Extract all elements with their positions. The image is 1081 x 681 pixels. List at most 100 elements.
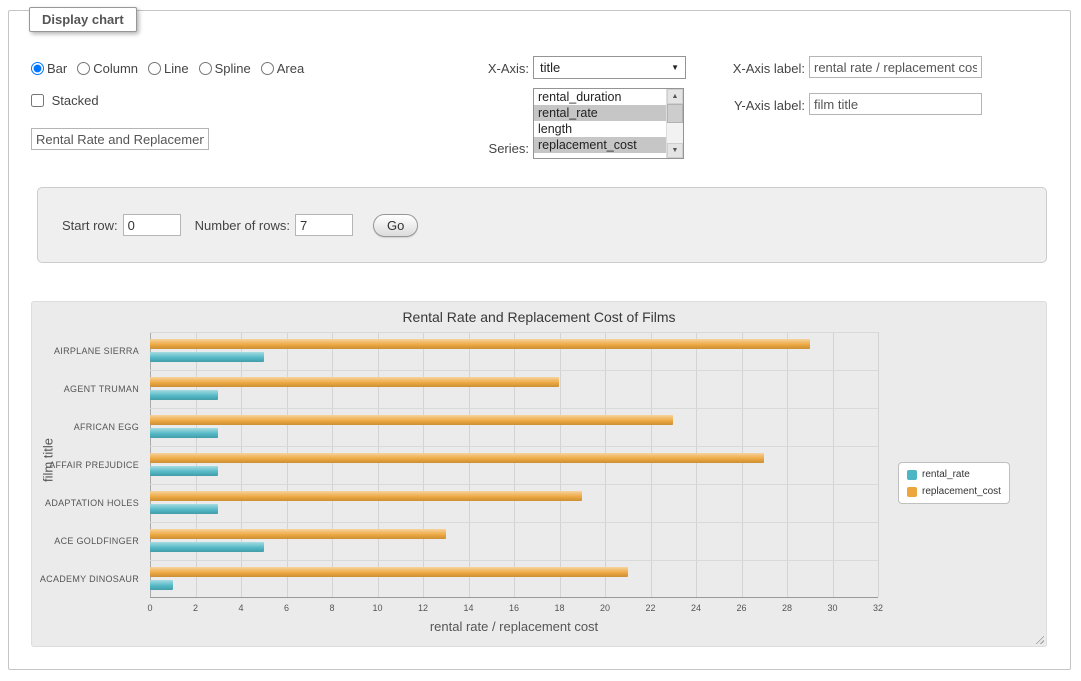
y-axis-label-field-label: Y-Axis label: <box>699 98 805 113</box>
chart-type-radio-label: Area <box>277 61 304 76</box>
bar-replacement_cost <box>150 529 446 539</box>
series-select-label: Series: <box>429 141 529 156</box>
y-axis-label-input[interactable] <box>809 93 982 115</box>
legend-item-replacement_cost[interactable]: replacement_cost <box>907 486 1001 497</box>
scrollbar-thumb[interactable] <box>667 104 683 123</box>
x-tick-label: 2 <box>193 603 198 613</box>
chart-type-bar[interactable]: Bar <box>31 61 67 76</box>
rows-panel: Start row: Number of rows: Go <box>37 187 1047 263</box>
x-axis-select[interactable]: title ▼ <box>533 56 686 79</box>
gridline-vertical <box>605 332 606 597</box>
chart-type-line[interactable]: Line <box>148 61 189 76</box>
resize-handle-icon[interactable] <box>1033 633 1044 644</box>
series-scrollbar[interactable]: ▲ ▼ <box>666 89 683 158</box>
scroll-up-icon[interactable]: ▲ <box>667 89 683 104</box>
x-tick-label: 32 <box>873 603 883 613</box>
category-label: ACE GOLDFINGER <box>36 522 145 560</box>
bar-replacement_cost <box>150 377 559 387</box>
legend-swatch-icon <box>907 470 917 480</box>
x-tick-label: 0 <box>147 603 152 613</box>
chart-type-radio-label: Spline <box>215 61 251 76</box>
bar-rental_rate <box>150 504 218 514</box>
gridline-vertical <box>469 332 470 597</box>
chart-type-area[interactable]: Area <box>261 61 304 76</box>
chart-type-radio-column[interactable] <box>77 62 90 75</box>
gridline-vertical <box>651 332 652 597</box>
chart-title-input[interactable] <box>31 128 209 150</box>
series-option-replacement_cost[interactable]: replacement_cost <box>534 137 666 153</box>
bar-rental_rate <box>150 580 173 590</box>
chart-type-radio-line[interactable] <box>148 62 161 75</box>
gridline-horizontal <box>150 446 878 447</box>
scroll-down-icon[interactable]: ▼ <box>667 143 683 158</box>
plot-area <box>150 332 878 598</box>
x-axis-title: rental rate / replacement cost <box>150 619 878 634</box>
y-axis-title: film title <box>41 438 56 482</box>
x-tick-label: 4 <box>238 603 243 613</box>
go-button[interactable]: Go <box>373 214 418 237</box>
chart-type-radio-area[interactable] <box>261 62 274 75</box>
start-row-input[interactable] <box>123 214 181 236</box>
gridline-vertical <box>514 332 515 597</box>
gridline-vertical <box>878 332 879 597</box>
chart-title: Rental Rate and Replacement Cost of Film… <box>32 309 1046 325</box>
stacked-option[interactable]: Stacked <box>31 93 99 108</box>
gridline-vertical <box>560 332 561 597</box>
series-options: rental_durationrental_ratelengthreplacem… <box>534 89 666 158</box>
x-tick-label: 12 <box>418 603 428 613</box>
bar-rental_rate <box>150 390 218 400</box>
x-tick-label: 30 <box>827 603 837 613</box>
scrollbar-track[interactable] <box>667 123 683 143</box>
num-rows-input[interactable] <box>295 214 353 236</box>
gridline-horizontal <box>150 560 878 561</box>
chart-type-radio-label: Bar <box>47 61 67 76</box>
x-axis-selected-value: title <box>540 60 560 75</box>
chart-type-spline[interactable]: Spline <box>199 61 251 76</box>
legend-label: rental_rate <box>922 469 970 480</box>
gridline-vertical <box>378 332 379 597</box>
gridline-horizontal <box>150 408 878 409</box>
chart-type-column[interactable]: Column <box>77 61 138 76</box>
x-tick-label: 18 <box>554 603 564 613</box>
gridline-vertical <box>833 332 834 597</box>
category-label: AIRPLANE SIERRA <box>36 332 145 370</box>
series-option-rental_rate[interactable]: rental_rate <box>534 105 666 121</box>
x-tick-label: 6 <box>284 603 289 613</box>
stacked-checkbox[interactable] <box>31 94 44 107</box>
x-tick-label: 24 <box>691 603 701 613</box>
x-tick-label: 28 <box>782 603 792 613</box>
gridline-horizontal <box>150 370 878 371</box>
x-tick-label: 26 <box>736 603 746 613</box>
legend-label: replacement_cost <box>922 486 1001 497</box>
bar-replacement_cost <box>150 415 673 425</box>
chart-legend: rental_rate replacement_cost <box>898 462 1010 504</box>
start-row-label: Start row: <box>62 218 118 233</box>
bar-replacement_cost <box>150 567 628 577</box>
gridline-vertical <box>423 332 424 597</box>
value-axis-tick-labels: 02468101214161820222426283032 <box>150 603 878 615</box>
bar-replacement_cost <box>150 339 810 349</box>
x-tick-label: 8 <box>329 603 334 613</box>
gridline-vertical <box>150 332 151 597</box>
chart-type-radio-spline[interactable] <box>199 62 212 75</box>
x-axis-label-field-label: X-Axis label: <box>699 61 805 76</box>
x-tick-label: 16 <box>509 603 519 613</box>
series-option-rental_duration[interactable]: rental_duration <box>534 89 666 105</box>
x-axis-select-label: X-Axis: <box>429 61 529 76</box>
category-label: ACADEMY DINOSAUR <box>36 560 145 598</box>
gridline-vertical <box>332 332 333 597</box>
bar-replacement_cost <box>150 453 764 463</box>
gridline-horizontal <box>150 484 878 485</box>
bar-rental_rate <box>150 352 264 362</box>
panel-legend: Display chart <box>29 7 137 32</box>
legend-swatch-icon <box>907 487 917 497</box>
gridline-vertical <box>742 332 743 597</box>
legend-item-rental_rate[interactable]: rental_rate <box>907 469 1001 480</box>
series-listbox[interactable]: rental_durationrental_ratelengthreplacem… <box>533 88 684 159</box>
chart-type-radio-bar[interactable] <box>31 62 44 75</box>
gridline-horizontal <box>150 332 878 333</box>
x-axis-label-input[interactable] <box>809 56 982 78</box>
series-option-length[interactable]: length <box>534 121 666 137</box>
display-chart-panel: Display chart Bar Column Line Spline Area St… <box>8 10 1071 670</box>
category-label: AGENT TRUMAN <box>36 370 145 408</box>
